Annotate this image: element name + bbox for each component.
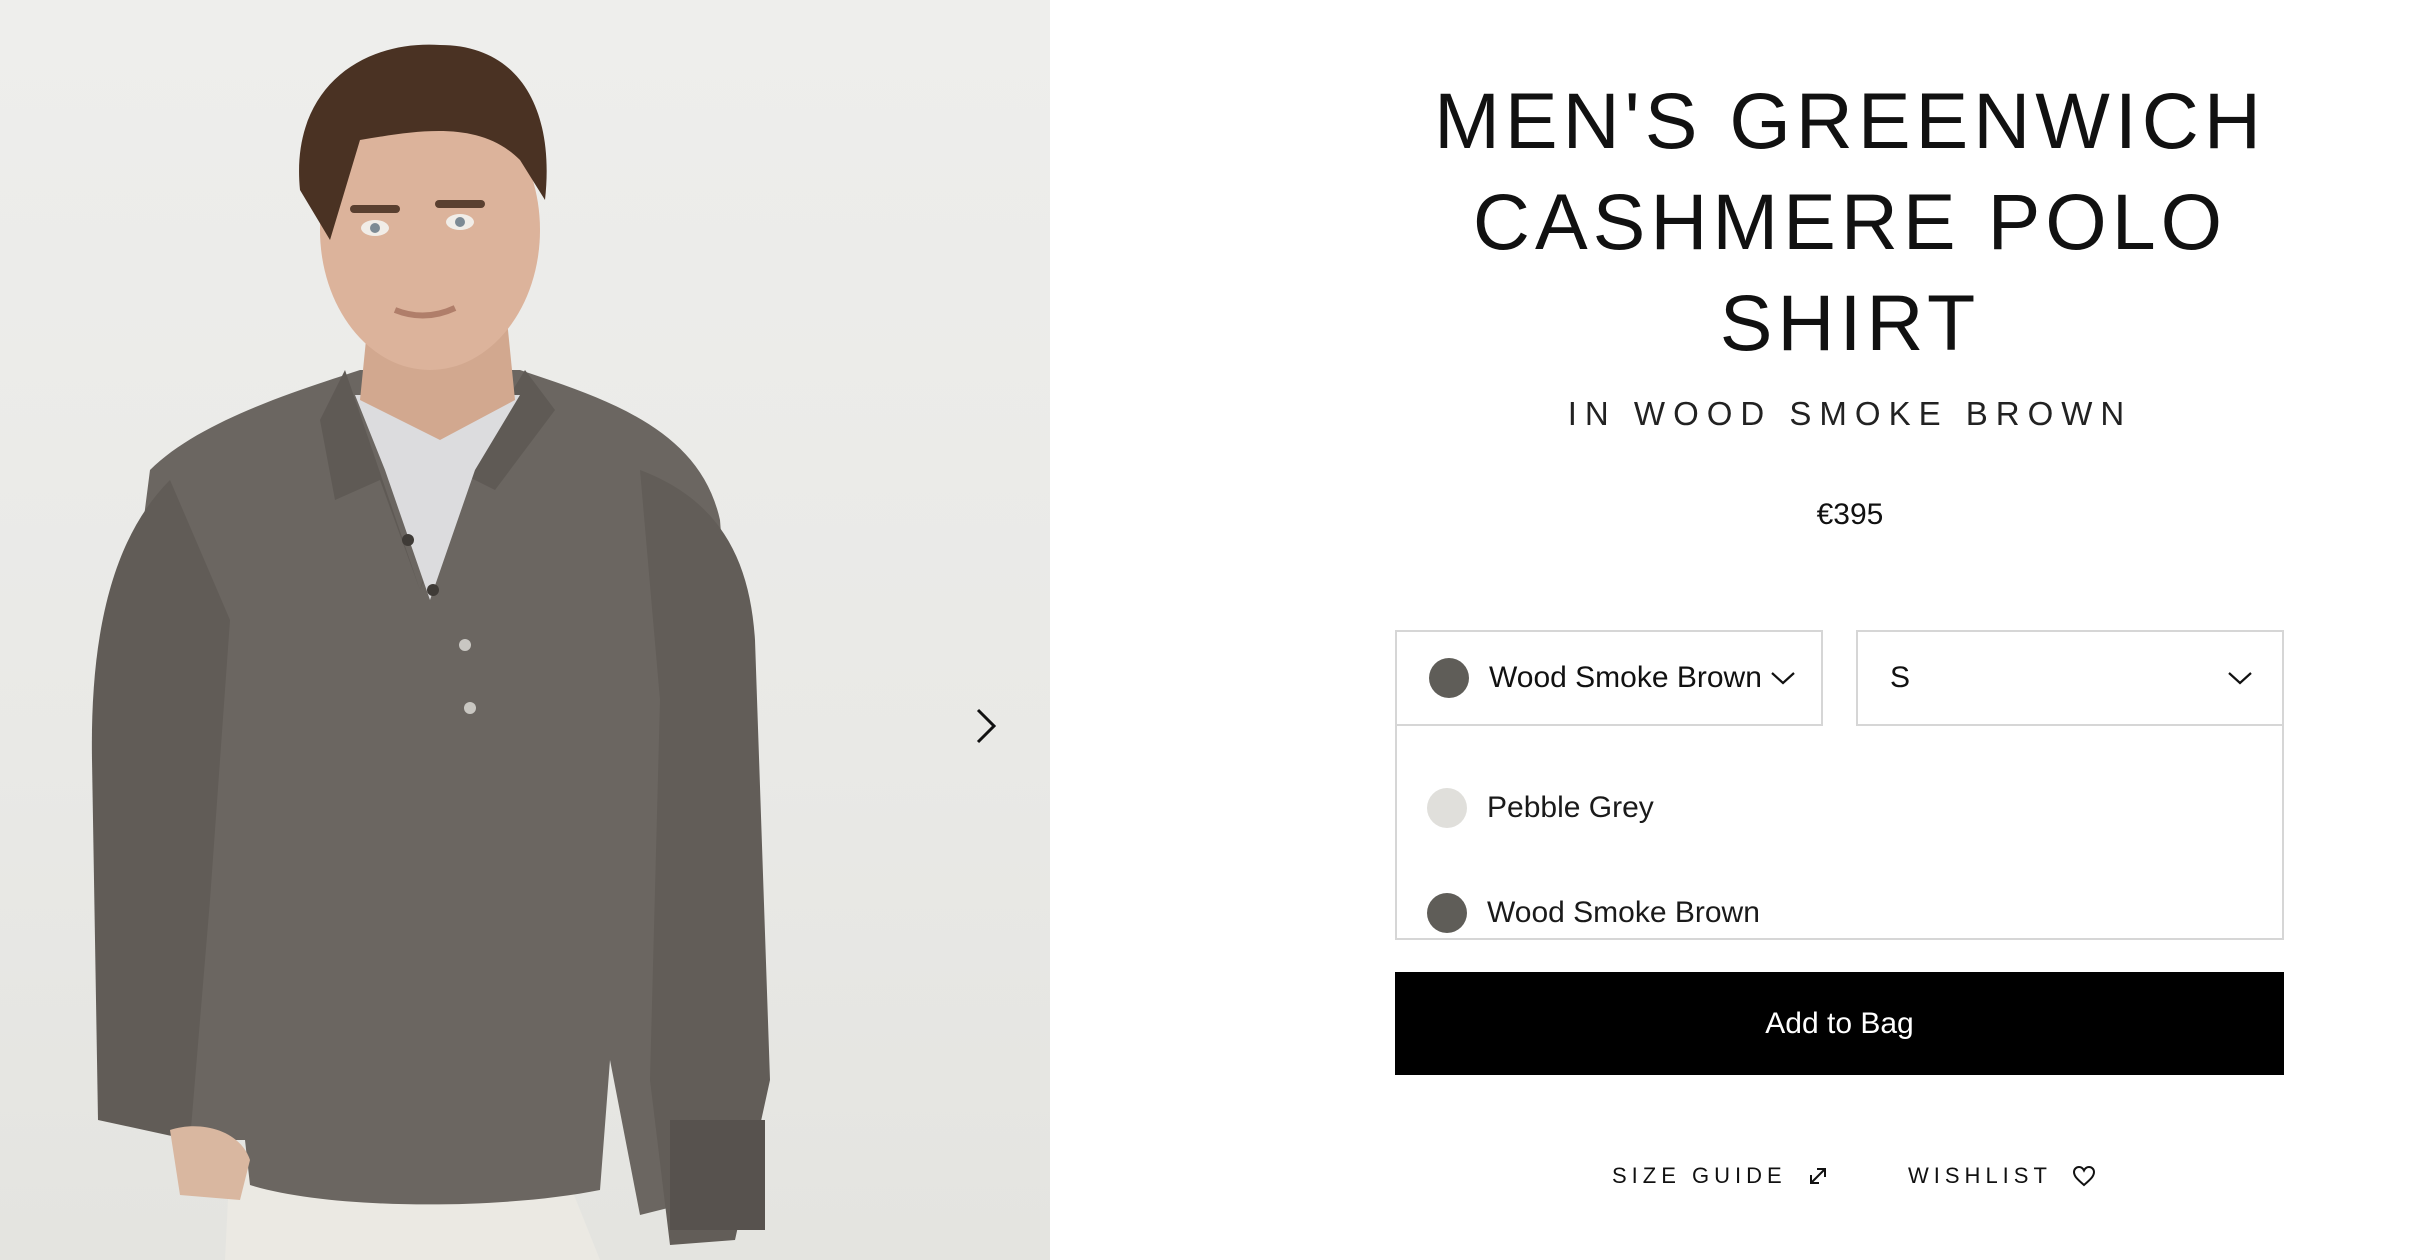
chevron-down-icon xyxy=(2228,672,2252,685)
selected-color-swatch xyxy=(1429,658,1469,698)
color-options-list: Pebble Grey Wood Smoke Brown xyxy=(1395,726,2284,940)
size-guide-label: SIZE GUIDE xyxy=(1612,1163,1787,1188)
size-guide-link[interactable]: SIZE GUIDE xyxy=(1612,1163,1829,1189)
product-photo xyxy=(91,44,770,1260)
product-title-line: SHIRT xyxy=(1719,278,1981,367)
color-option-wood-smoke-brown[interactable]: Wood Smoke Brown xyxy=(1427,883,1760,943)
chevron-down-icon xyxy=(1771,672,1795,685)
color-swatch xyxy=(1427,893,1467,933)
product-color-subtitle: IN WOOD SMOKE BROWN xyxy=(1567,395,2133,432)
external-link-icon xyxy=(1809,1168,1826,1184)
size-select[interactable]: S xyxy=(1856,630,2284,726)
add-to-bag-button[interactable]: Add to Bag xyxy=(1395,972,2284,1075)
chevron-right-icon xyxy=(976,708,997,744)
product-title-line: MEN'S GREENWICH xyxy=(1434,76,2266,165)
wishlist-link[interactable]: WISHLIST xyxy=(1908,1163,2096,1189)
wishlist-label: WISHLIST xyxy=(1908,1163,2052,1188)
gallery-next-button[interactable] xyxy=(960,700,1012,752)
color-select-value: Wood Smoke Brown xyxy=(1489,661,1762,694)
product-price: €395 xyxy=(1816,498,1884,531)
color-option-label: Pebble Grey xyxy=(1487,791,1654,824)
color-option-label: Wood Smoke Brown xyxy=(1487,896,1760,929)
product-title: MEN'S GREENWICH CASHMERE POLO SHIRT xyxy=(1350,70,2350,373)
size-select-value: S xyxy=(1890,661,1911,694)
color-select[interactable]: Wood Smoke Brown xyxy=(1395,630,1823,726)
product-image-gallery xyxy=(0,0,1050,1260)
heart-icon xyxy=(2072,1165,2095,1187)
color-swatch xyxy=(1427,788,1467,828)
color-option-pebble-grey[interactable]: Pebble Grey xyxy=(1427,778,1654,838)
product-title-line: CASHMERE POLO xyxy=(1472,177,2228,266)
